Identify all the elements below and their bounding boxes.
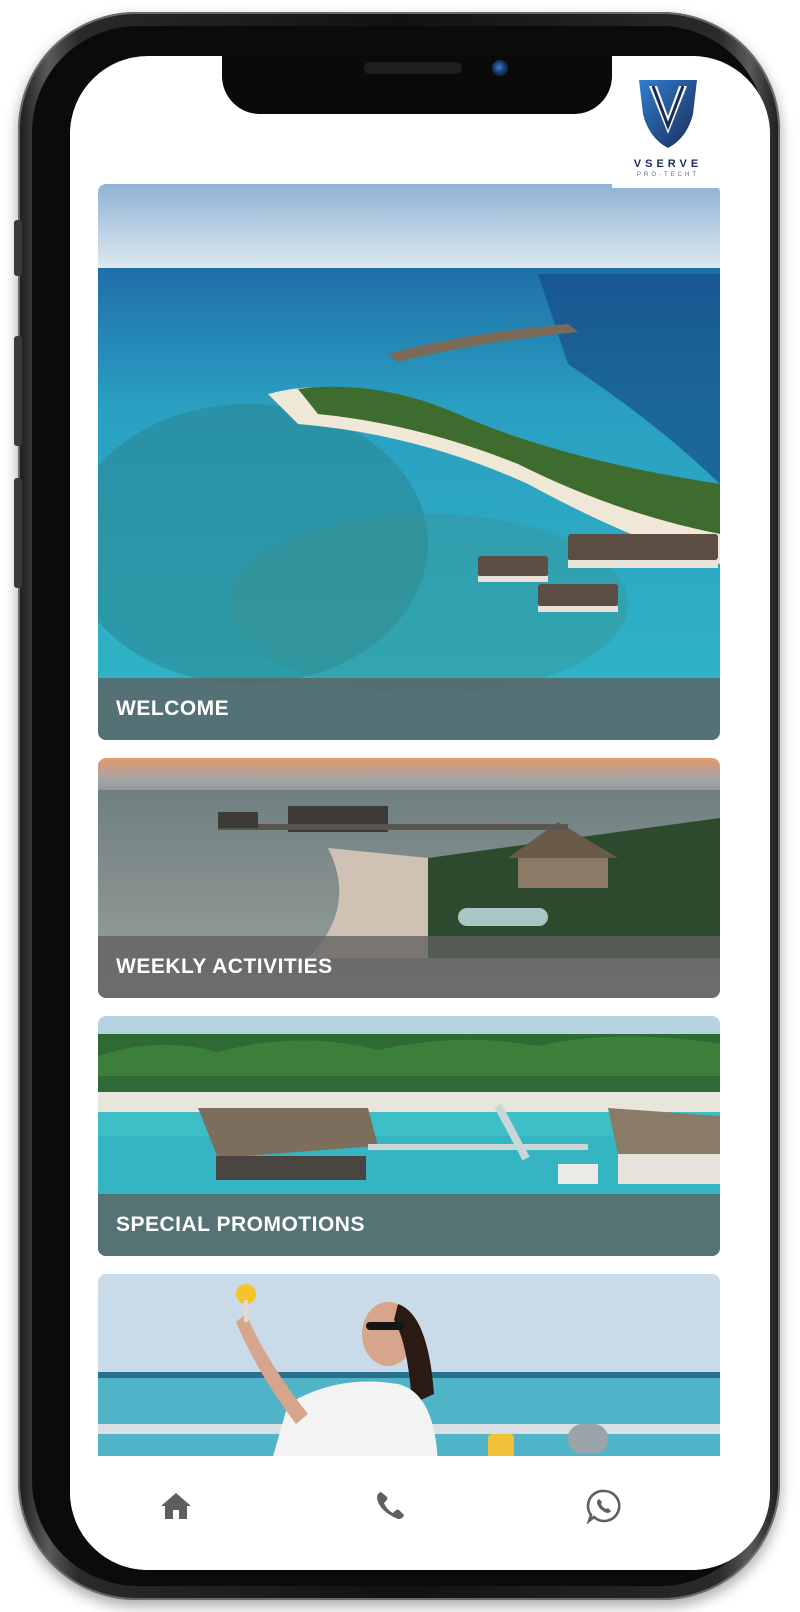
tab-call[interactable] (366, 1482, 414, 1530)
front-camera (492, 60, 508, 76)
mute-switch (14, 220, 22, 276)
dining-card[interactable] (98, 1274, 720, 1474)
card-label: SPECIAL PROMOTIONS (98, 1194, 720, 1256)
speaker-grille (364, 62, 462, 74)
tab-home[interactable] (152, 1482, 200, 1530)
volume-up-button (14, 336, 22, 446)
brand-logo[interactable]: VSERVE PRO-TECHT (612, 56, 724, 188)
app-screen: VSERVE PRO-TECHT WELCOME WEEKLY ACTIVITI… (70, 56, 770, 1570)
weekly-activities-card[interactable]: WEEKLY ACTIVITIES (98, 758, 720, 998)
tab-whatsapp[interactable] (580, 1482, 628, 1530)
notch (222, 56, 612, 114)
brand-tagline: PRO-TECHT (637, 172, 699, 178)
card-label: WEEKLY ACTIVITIES (98, 936, 720, 998)
brand-name: VSERVE (633, 158, 703, 170)
welcome-card[interactable]: WELCOME (98, 184, 720, 740)
woman-cocktail-image (98, 1274, 720, 1474)
home-icon (161, 1493, 191, 1519)
special-promotions-card[interactable]: SPECIAL PROMOTIONS (98, 1016, 720, 1256)
whatsapp-icon (586, 1489, 621, 1524)
bottom-tab-bar (70, 1456, 770, 1570)
volume-down-button (14, 478, 22, 588)
card-label: WELCOME (98, 678, 720, 740)
shield-logo-icon (639, 80, 697, 148)
menu-cards: WELCOME WEEKLY ACTIVITIES SPECIAL PROMOT… (98, 184, 720, 1474)
phone-icon (377, 1492, 404, 1519)
aerial-island-image (98, 184, 720, 740)
